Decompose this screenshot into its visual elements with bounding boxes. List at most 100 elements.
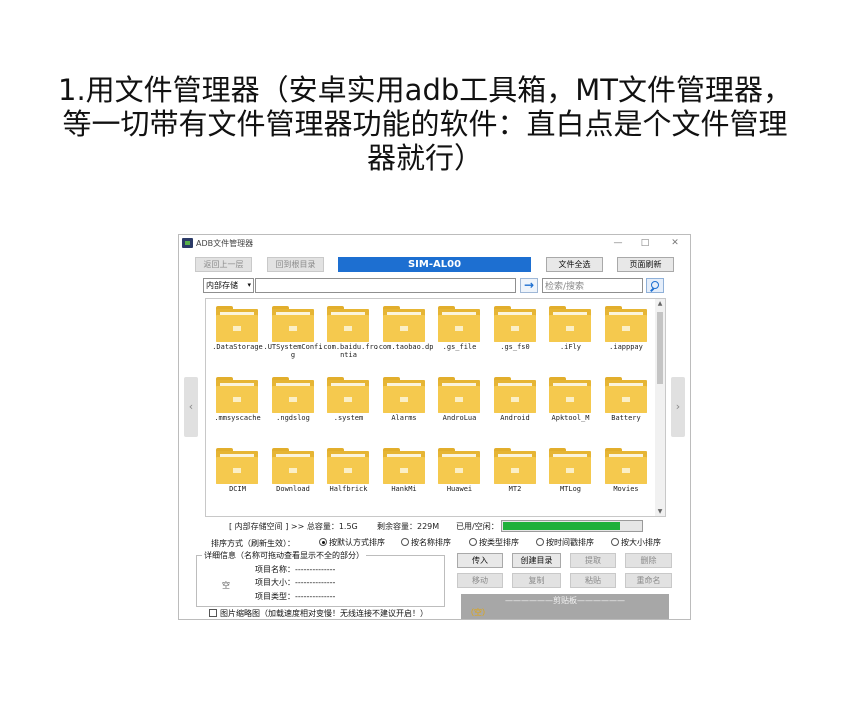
storage-used-label: 已用/空闲： (456, 522, 499, 531)
sort-name-radio[interactable]: 按名称排序 (401, 537, 451, 548)
details-empty: 空 (222, 581, 230, 590)
title-bar[interactable]: ADB文件管理器 — □ ✕ (179, 235, 690, 252)
move-button[interactable]: 移动 (457, 573, 503, 588)
close-icon[interactable]: ✕ (668, 236, 682, 250)
folder-icon (549, 448, 591, 484)
folder-icon (438, 306, 480, 342)
folder-icon (604, 448, 647, 484)
folder-name: Download (276, 485, 310, 493)
scrollbar-thumb[interactable] (657, 312, 663, 384)
prev-page-button[interactable]: ‹ (184, 377, 198, 437)
folder-item[interactable]: Android (488, 377, 543, 437)
extract-button[interactable]: 提取 (570, 553, 616, 568)
folder-item[interactable]: AndroLua (432, 377, 487, 437)
storage-free: 剩余容量：229M (377, 522, 440, 531)
scroll-up-icon[interactable]: ▲ (655, 300, 665, 307)
folder-item[interactable]: .system (321, 377, 376, 437)
sort-size-radio[interactable]: 按大小排序 (611, 537, 661, 548)
folder-item[interactable]: Battery (599, 377, 654, 437)
folder-icon (493, 448, 536, 484)
storage-total: [ 内部存储空间 ] >> 总容量：1.5G (229, 522, 358, 531)
scroll-down-icon[interactable]: ▼ (655, 508, 665, 515)
folder-item[interactable]: HankMi (377, 448, 432, 508)
folder-name: .com.taobao.dp (374, 343, 434, 351)
refresh-button[interactable]: 页面刷新 (617, 257, 674, 272)
detail-size-row: 项目大小：-------------- (255, 578, 336, 587)
folder-item[interactable]: Huawei (432, 448, 487, 508)
sort-time-radio[interactable]: 按时间戳排序 (536, 537, 594, 548)
folder-item[interactable]: .iFly (543, 306, 598, 366)
copy-button[interactable]: 复制 (512, 573, 561, 588)
storage-select[interactable]: 内部存储 ▾ (203, 278, 254, 293)
radio-icon (401, 538, 409, 546)
folder-icon (216, 448, 258, 484)
select-all-button[interactable]: 文件全选 (546, 257, 603, 272)
detail-name-row: 项目名称：-------------- (255, 565, 336, 574)
root-button[interactable]: 回到根目录 (267, 257, 324, 272)
folder-icon (493, 306, 536, 342)
details-legend: 详细信息（名称可拖动查看显示不全的部分） (202, 550, 366, 561)
create-directory-button[interactable]: 创建目录 (512, 553, 561, 568)
rename-button[interactable]: 重命名 (625, 573, 672, 588)
folder-item[interactable]: Download (266, 448, 321, 508)
sort-type-radio[interactable]: 按类型排序 (469, 537, 519, 548)
folder-name: Alarms (391, 414, 417, 422)
folder-item[interactable]: Halfbrick (321, 448, 376, 508)
maximize-icon[interactable]: □ (638, 236, 652, 250)
thumbnail-checkbox[interactable]: 图片缩略图（加载速度相对变慢！无线连接不建议开启！） (209, 608, 428, 619)
heading-line-1: 1.用文件管理器（安卓实用adb工具箱，MT文件管理器， (58, 73, 792, 107)
folder-item[interactable]: .iapppay (599, 306, 654, 366)
folder-icon (327, 306, 369, 342)
folder-item[interactable]: .DataStorage (210, 306, 265, 366)
folder-name: .iFly (559, 343, 582, 351)
folder-item[interactable]: .gs_file (432, 306, 487, 366)
clipboard-title: ——————剪贴板—————— (505, 596, 625, 605)
minimize-icon[interactable]: — (611, 236, 625, 250)
folder-name: Movies (613, 485, 639, 493)
delete-button[interactable]: 删除 (625, 553, 672, 568)
folder-icon (327, 377, 369, 413)
detail-type-row: 项目类型：-------------- (255, 592, 336, 601)
folder-name: DCIM (229, 485, 246, 493)
folder-item[interactable]: .gs_fs0 (488, 306, 543, 366)
folder-name: .UTSystemConfig (263, 343, 323, 359)
folder-icon (382, 306, 425, 342)
folder-icon (327, 448, 369, 484)
folder-name: Android (500, 414, 530, 422)
folder-item[interactable]: DCIM (210, 448, 265, 508)
folder-icon (549, 377, 591, 413)
search-icon[interactable] (646, 278, 664, 293)
folder-item[interactable]: .ngdslog (266, 377, 321, 437)
folder-name: Huawei (446, 485, 473, 493)
folder-name: .DataStorage (212, 343, 263, 351)
vertical-scrollbar[interactable]: ▲ ▼ (655, 299, 665, 516)
folder-item[interactable]: .UTSystemConfig (263, 306, 323, 366)
folder-name: AndroLua (442, 414, 477, 422)
arrow-right-icon[interactable]: → (520, 278, 538, 293)
folder-icon (549, 306, 591, 342)
clipboard-panel: ——————剪贴板—————— （空） (461, 594, 669, 619)
sort-default-radio[interactable]: 按默认方式排序 (319, 537, 385, 548)
folder-icon (216, 306, 258, 342)
storage-usage-fill (503, 522, 621, 530)
folder-item[interactable]: MT2 (488, 448, 543, 508)
folder-name: .ngdslog (276, 414, 310, 422)
search-input[interactable]: 检索/搜索 (542, 278, 643, 293)
radio-icon (536, 538, 544, 546)
folder-name: MT2 (508, 485, 522, 493)
folder-item[interactable]: MTLog (543, 448, 598, 508)
folder-item[interactable]: Apktool_M (543, 377, 598, 437)
app-icon (182, 238, 193, 248)
folder-name: Halfbrick (329, 485, 368, 493)
upload-button[interactable]: 传入 (457, 553, 503, 568)
paste-button[interactable]: 粘贴 (570, 573, 616, 588)
window-title: ADB文件管理器 (196, 239, 254, 248)
folder-item[interactable]: .com.baidu.frontia (319, 306, 378, 366)
folder-item[interactable]: .mmsyscache (210, 377, 265, 437)
path-input[interactable] (255, 278, 516, 293)
next-page-button[interactable]: › (671, 377, 685, 437)
folder-item[interactable]: Alarms (377, 377, 432, 437)
back-button[interactable]: 返回上一层 (195, 257, 252, 272)
folder-item[interactable]: .com.taobao.dp (374, 306, 434, 366)
folder-item[interactable]: Movies (599, 448, 654, 508)
